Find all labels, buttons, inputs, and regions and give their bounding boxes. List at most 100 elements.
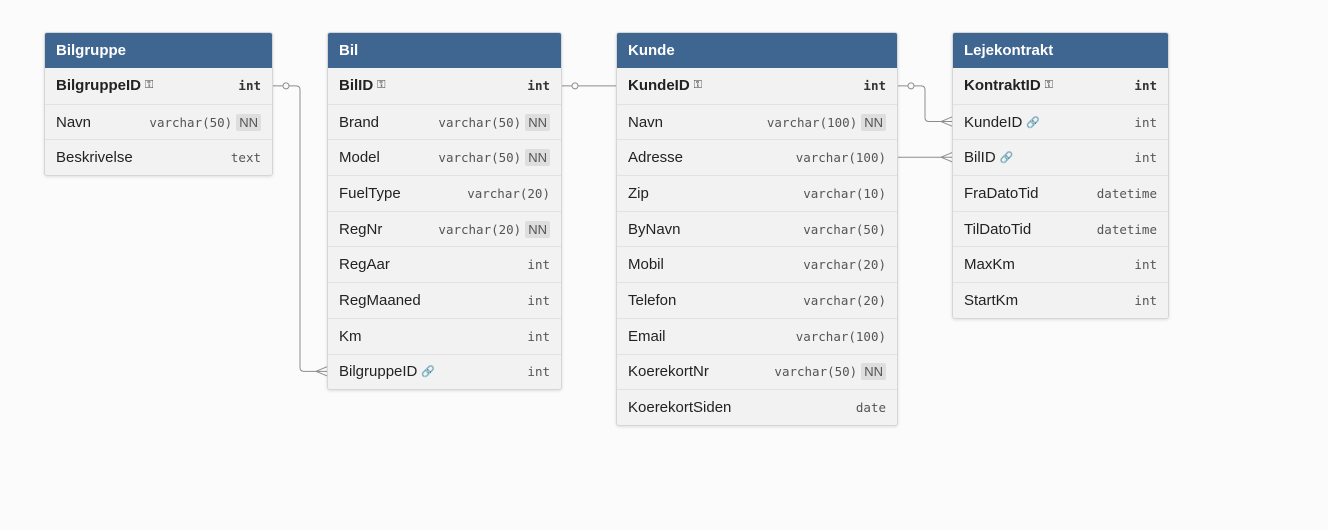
field-name: Navn (56, 113, 92, 131)
field-name: FraDatoTid (964, 184, 1039, 202)
table-bilgruppe[interactable]: Bilgruppe BilgruppeID ⚿ int Navn varchar(50)… (44, 32, 273, 177)
key-icon: ⚿ (693, 79, 703, 92)
one-end-marker (907, 82, 915, 90)
field-row[interactable]: RegAar int (328, 246, 561, 282)
field-type: varchar(50) (438, 150, 522, 166)
field-row[interactable]: Email varchar(100) (617, 317, 897, 354)
field-row[interactable]: Navn varchar(50) NN (45, 103, 272, 140)
field-type: int (527, 328, 550, 344)
field-row[interactable]: KontraktID ⚿ int (953, 68, 1168, 104)
field-type: int (1134, 114, 1157, 130)
field-name: RegNr (339, 220, 383, 238)
not-null-badge: NN (525, 149, 550, 167)
field-type: int (527, 257, 550, 273)
field-type: varchar(50) (774, 364, 858, 380)
field-row[interactable]: KundeID ⚿ int (617, 68, 897, 104)
table-lejekontrakt[interactable]: Lejekontrakt KontraktID ⚿ int KundeID 🔗 int Bi… (952, 32, 1169, 319)
field-name: BilID (964, 149, 996, 167)
field-name: MaxKm (964, 256, 1015, 274)
table-kunde[interactable]: Kunde KundeID ⚿ int Navn varchar(100) NN Adres… (616, 32, 898, 426)
field-row[interactable]: BilID ⚿ int (328, 68, 561, 104)
field-type: varchar(100) (795, 150, 886, 166)
link-icon: 🔗 (421, 366, 436, 379)
field-name: BilID (339, 77, 374, 95)
field-row[interactable]: KundeID 🔗 int (953, 103, 1168, 140)
field-type: varchar(20) (467, 185, 550, 201)
field-type: varchar(10) (803, 185, 886, 201)
field-type: int (1134, 292, 1157, 308)
field-type: varchar(50) (803, 221, 886, 237)
field-row[interactable]: Brand varchar(50) NN (328, 103, 561, 140)
field-name: KontraktID (964, 77, 1041, 95)
field-name: Email (628, 327, 666, 345)
field-name: Brand (339, 113, 380, 131)
field-name: RegMaaned (339, 291, 421, 309)
link-icon: 🔗 (999, 152, 1014, 165)
key-icon: ⚿ (145, 79, 154, 92)
field-type: varchar(20) (803, 292, 886, 308)
relationship-line (897, 85, 953, 123)
field-row[interactable]: TilDatoTid datetime (953, 210, 1168, 247)
field-type: varchar(100) (766, 114, 858, 130)
field-name: TilDatoTid (964, 220, 1032, 238)
field-type: int (1134, 150, 1157, 166)
table-bil[interactable]: Bil BilID ⚿ int Brand varchar(50) NN Model varc… (327, 32, 562, 391)
field-row[interactable]: RegMaaned int (328, 282, 561, 318)
field-name: Zip (628, 184, 649, 202)
field-type: int (863, 78, 886, 94)
erd-canvas: Bilgruppe BilgruppeID ⚿ int Navn varchar(50)… (0, 0, 1328, 530)
field-row[interactable]: Mobil varchar(20) (617, 246, 897, 282)
field-name: FuelType (339, 184, 401, 202)
field-type: date (855, 400, 886, 416)
field-name: RegAar (339, 256, 390, 274)
field-row[interactable]: BilID 🔗 int (953, 139, 1168, 175)
field-row[interactable]: FraDatoTid datetime (953, 175, 1168, 211)
field-type: varchar(100) (795, 328, 886, 344)
field-type: int (527, 78, 550, 94)
key-icon: ⚿ (1044, 79, 1054, 92)
field-name: KoerekortNr (628, 363, 709, 381)
field-row[interactable]: Model varchar(50) NN (328, 139, 561, 175)
table-header: Lejekontrakt (953, 33, 1168, 68)
field-type: int (527, 364, 550, 380)
field-row[interactable]: KoerekortNr varchar(50) NN (617, 353, 897, 390)
field-row[interactable]: Adresse varchar(100) (617, 139, 897, 175)
field-name: Model (339, 149, 380, 167)
field-row[interactable]: KoerekortSiden date (617, 389, 897, 425)
field-row[interactable]: Km int (328, 317, 561, 354)
field-name: StartKm (964, 291, 1019, 309)
field-name: KoerekortSiden (628, 399, 732, 417)
field-row[interactable]: BilgruppeID 🔗 int (328, 353, 561, 390)
not-null-badge: NN (525, 220, 550, 238)
one-end-marker (571, 82, 579, 90)
field-type: int (1134, 78, 1157, 94)
field-name: BilgruppeID (339, 363, 418, 381)
field-row[interactable]: MaxKm int (953, 246, 1168, 282)
field-type: datetime (1096, 185, 1157, 201)
field-name: ByNavn (628, 220, 681, 238)
field-row[interactable]: ByNavn varchar(50) (617, 210, 897, 247)
field-row[interactable]: RegNr varchar(20) NN (328, 210, 561, 247)
table-header: Bil (328, 33, 561, 68)
not-null-badge: NN (861, 363, 886, 381)
field-row[interactable]: StartKm int (953, 282, 1168, 318)
field-type: varchar(20) (438, 221, 522, 237)
link-icon: 🔗 (1026, 116, 1041, 129)
table-header: Bilgruppe (45, 33, 272, 68)
key-icon: ⚿ (377, 79, 386, 92)
field-type: int (1134, 257, 1157, 273)
field-name: KundeID (964, 113, 1023, 131)
not-null-badge: NN (236, 113, 261, 131)
table-header: Kunde (617, 33, 897, 68)
field-row[interactable]: Zip varchar(10) (617, 175, 897, 211)
field-name: KundeID (628, 77, 690, 95)
field-row[interactable]: FuelType varchar(20) (328, 175, 561, 211)
field-name: Mobil (628, 256, 664, 274)
field-row[interactable]: BilgruppeID ⚿ int (45, 68, 272, 104)
field-name: Navn (628, 113, 664, 131)
field-type: datetime (1096, 221, 1157, 237)
one-end-marker (282, 82, 290, 90)
field-row[interactable]: Navn varchar(100) NN (617, 103, 897, 140)
field-row[interactable]: Telefon varchar(20) (617, 282, 897, 318)
field-row[interactable]: Beskrivelse text (45, 139, 272, 175)
